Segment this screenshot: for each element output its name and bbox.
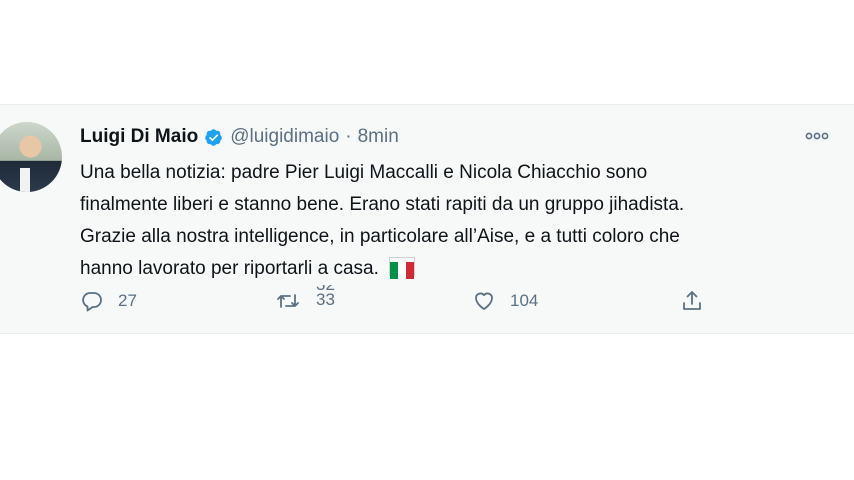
- tweet-body: Una bella notizia: padre Pier Luigi Macc…: [80, 162, 685, 279]
- italian-flag-emoji: [388, 257, 415, 280]
- retweet-count-new: 33: [316, 290, 335, 309]
- reply-icon: [82, 292, 102, 312]
- author-handle[interactable]: @luigidimaio: [230, 126, 339, 148]
- retweet-count: 32 33: [316, 285, 335, 317]
- author-name[interactable]: Luigi Di Maio: [80, 126, 198, 148]
- share-button[interactable]: [680, 285, 704, 317]
- like-button[interactable]: 104: [472, 285, 538, 317]
- separator-dot: ·: [345, 126, 352, 147]
- tweet-header: Luigi Di Maio @luigidimaio · 8min: [80, 125, 399, 149]
- reply-button[interactable]: 27: [80, 285, 137, 317]
- verified-badge-icon: [205, 128, 223, 146]
- reply-count: 27: [118, 291, 137, 310]
- like-count: 104: [510, 291, 539, 310]
- share-icon: [683, 291, 701, 310]
- tweet-timestamp[interactable]: 8min: [358, 126, 399, 148]
- more-options-icon[interactable]: [804, 128, 830, 144]
- tweet-actions: 27 32 33 104: [80, 285, 740, 317]
- retweet-button[interactable]: 32 33: [276, 285, 335, 317]
- retweet-icon: [277, 294, 299, 308]
- tweet-text: Una bella notizia: padre Pier Luigi Macc…: [80, 157, 810, 285]
- like-icon: [475, 292, 493, 310]
